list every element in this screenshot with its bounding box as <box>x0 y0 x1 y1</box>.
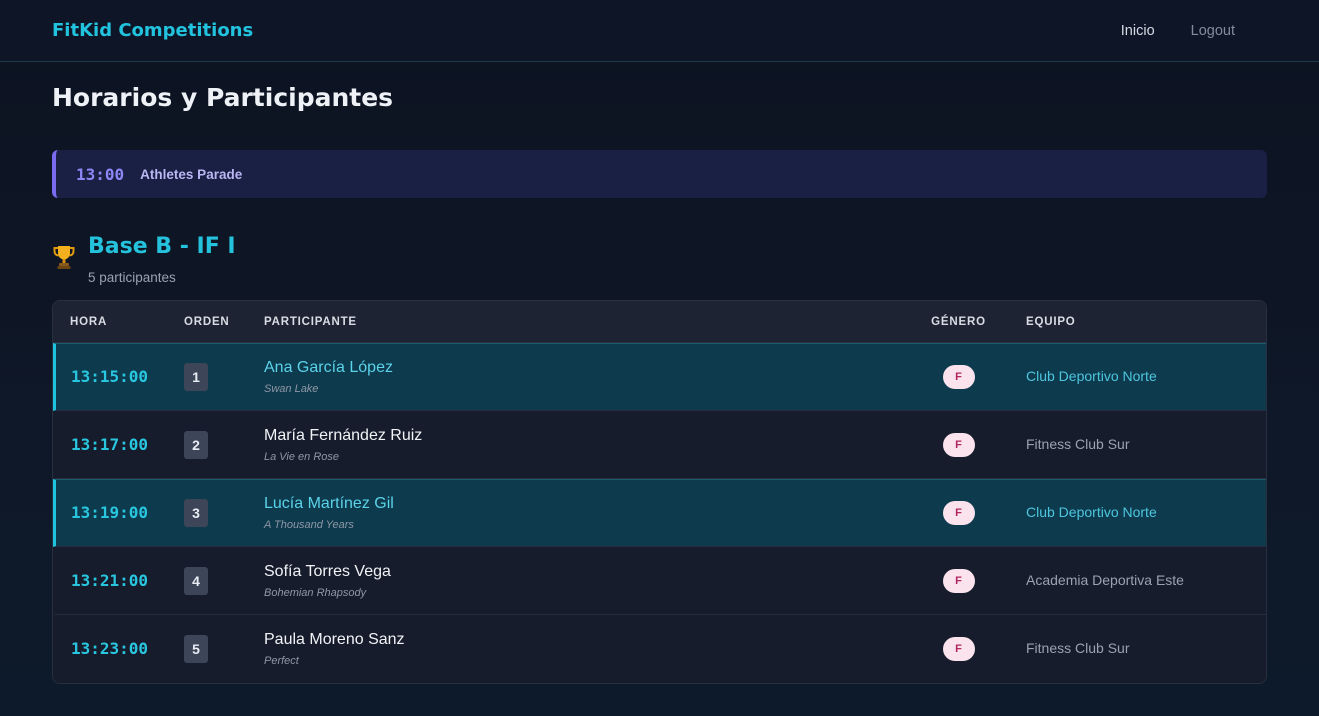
row-time: 13:19:00 <box>71 503 149 522</box>
main-content: Horarios y Participantes 13:00 Athletes … <box>0 83 1319 684</box>
header-orden: ORDEN <box>184 315 230 328</box>
team-name: Fitness Club Sur <box>1026 640 1130 656</box>
participant-name: Ana García López <box>264 359 393 376</box>
team-name: Fitness Club Sur <box>1026 435 1130 452</box>
header-participante: PARTICIPANTE <box>264 315 357 328</box>
nav-links: Inicio Logout <box>1103 23 1267 39</box>
row-time: 13:15:00 <box>71 367 149 386</box>
category-info: Base B - IF I 5 participantes <box>88 234 236 285</box>
page-title: Horarios y Participantes <box>52 83 394 112</box>
table-row[interactable]: 13:15:00 1 Ana García López Swan Lake F … <box>53 343 1266 411</box>
top-navbar: FitKid Competitions Inicio Logout <box>0 0 1319 62</box>
participant-name: Sofía Torres Vega <box>264 562 391 580</box>
table-row[interactable]: 13:23:00 5 Paula Moreno Sanz Perfect F F… <box>53 615 1266 683</box>
event-time: 13:00 <box>76 164 125 184</box>
trophy-icon <box>52 244 76 270</box>
participant-count: 5 participantes <box>88 270 176 285</box>
category-header: Base B - IF I 5 participantes <box>52 234 1267 285</box>
participants-table: HORA ORDEN PARTICIPANTE GÉNERO EQUIPO 13… <box>52 300 1267 684</box>
team-name: Club Deportivo Norte <box>1026 368 1157 384</box>
header-equipo: EQUIPO <box>1026 315 1076 328</box>
table-row[interactable]: 13:19:00 3 Lucía Martínez Gil A Thousand… <box>53 479 1266 547</box>
gender-badge: F <box>942 365 975 389</box>
team-name: Club Deportivo Norte <box>1026 504 1157 520</box>
header-genero: GÉNERO <box>931 315 986 328</box>
table-header: HORA ORDEN PARTICIPANTE GÉNERO EQUIPO <box>53 301 1266 343</box>
participant-music: A Thousand Years <box>264 519 354 531</box>
event-banner: 13:00 Athletes Parade <box>52 150 1267 198</box>
order-badge: 2 <box>184 430 208 459</box>
gender-badge: F <box>942 568 975 593</box>
order-badge: 4 <box>184 566 208 595</box>
participant-name: María Fernández Ruiz <box>264 426 423 444</box>
gender-badge: F <box>942 432 975 457</box>
order-badge: 5 <box>184 635 208 663</box>
category-title: Base B - IF I <box>88 234 236 259</box>
participant-music: Bohemian Rhapsody <box>264 586 367 599</box>
order-badge: 1 <box>184 363 208 391</box>
participant-music: La Vie en Rose <box>264 450 340 463</box>
participant-name: Lucía Martínez Gil <box>264 495 394 512</box>
brand-logo-text[interactable]: FitKid Competitions <box>52 20 253 41</box>
participant-music: Swan Lake <box>264 383 319 395</box>
gender-badge: F <box>942 637 975 661</box>
header-hora: HORA <box>70 315 108 328</box>
participant-music: Perfect <box>264 655 299 667</box>
event-name: Athletes Parade <box>140 166 243 182</box>
gender-badge: F <box>942 501 975 525</box>
order-badge: 3 <box>184 499 208 527</box>
team-name: Academia Deportiva Este <box>1026 571 1184 588</box>
table-row[interactable]: 13:17:00 2 María Fernández Ruiz La Vie e… <box>53 411 1266 479</box>
nav-link-inicio[interactable]: Inicio <box>1103 23 1173 39</box>
nav-link-logout[interactable]: Logout <box>1173 23 1253 39</box>
row-time: 13:17:00 <box>71 434 149 454</box>
table-row[interactable]: 13:21:00 4 Sofía Torres Vega Bohemian Rh… <box>53 547 1266 615</box>
participant-name: Paula Moreno Sanz <box>264 631 405 648</box>
row-time: 13:23:00 <box>71 639 149 658</box>
row-time: 13:21:00 <box>71 570 149 590</box>
